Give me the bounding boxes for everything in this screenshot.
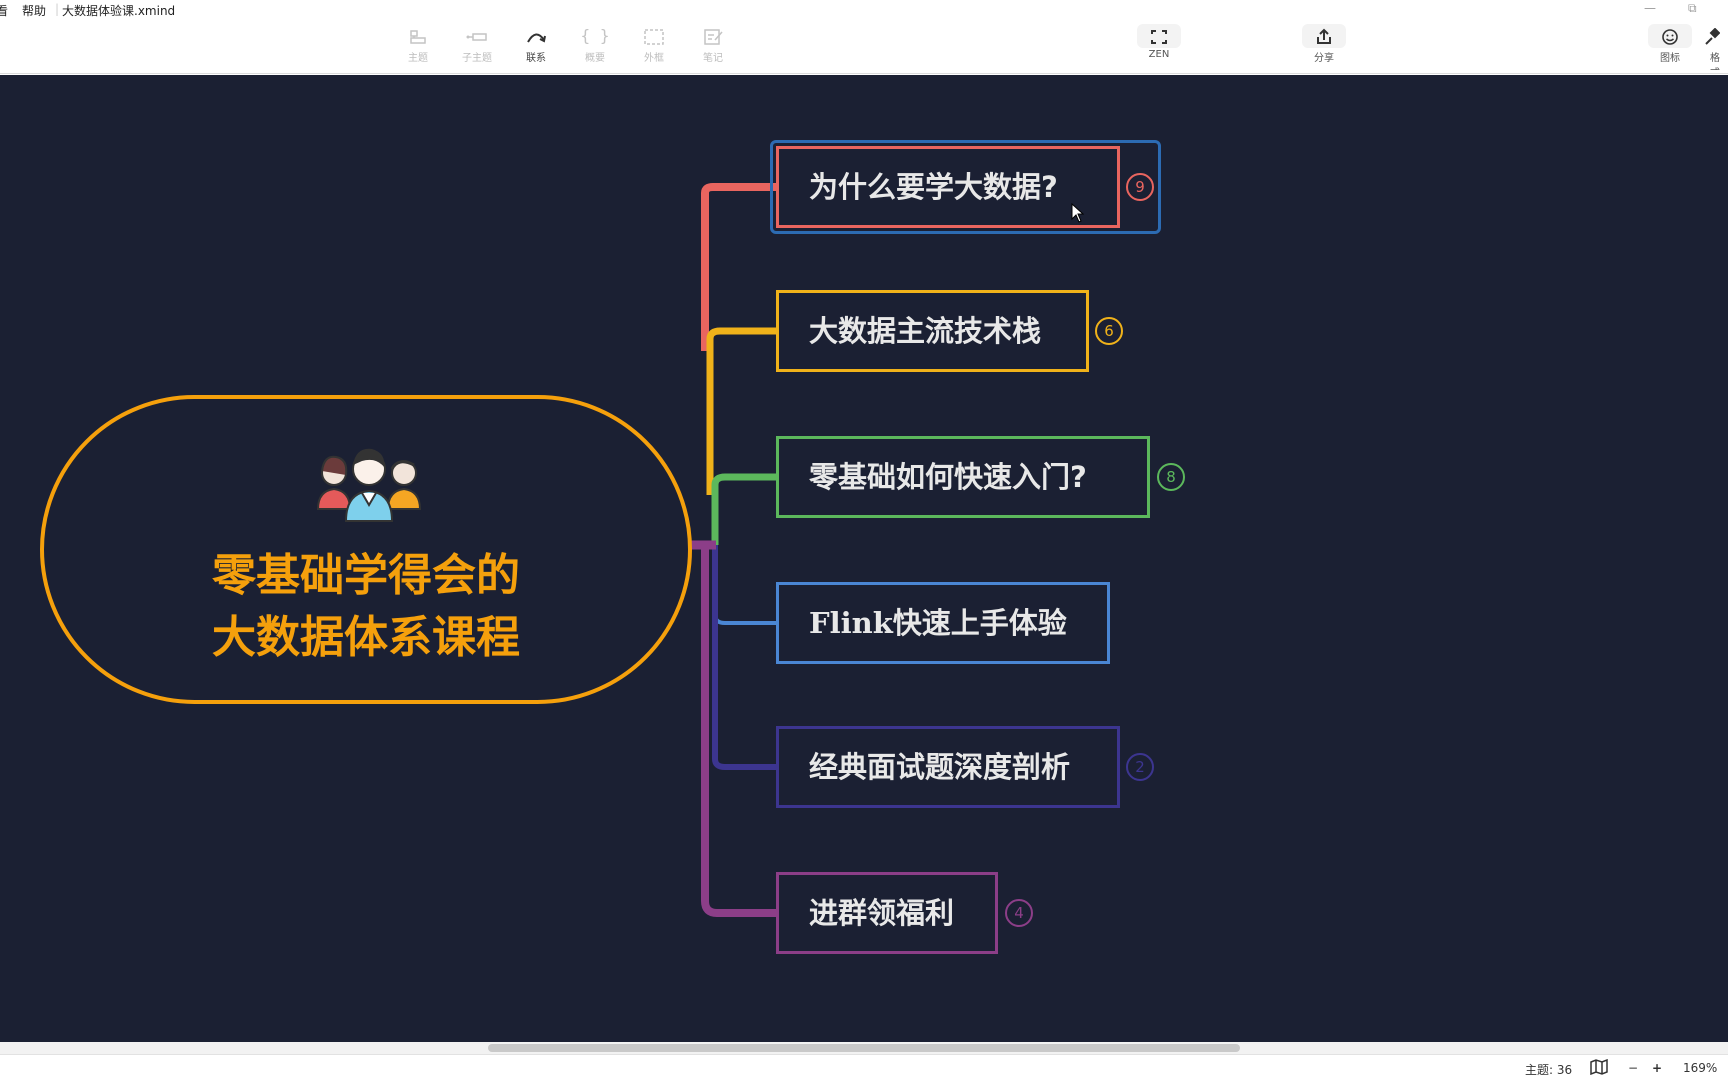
boundary-icon <box>628 24 680 48</box>
icon-panel-button[interactable]: 图标 <box>1644 24 1696 70</box>
central-topic[interactable]: 零基础学得会的 大数据体系课程 <box>40 395 692 704</box>
branch-line-5 <box>712 545 778 770</box>
branch-line-4 <box>713 545 778 625</box>
subtopic-label: 子主题 <box>462 53 492 64</box>
zen-label: ZEN <box>1148 49 1170 60</box>
topic-collapse-count[interactable]: 6 <box>1095 317 1123 345</box>
share-label: 分享 <box>1314 53 1334 64</box>
topic-why-big-data[interactable]: 为什么要学大数据? <box>776 146 1120 228</box>
format-panel-button[interactable]: 格式 <box>1696 24 1728 70</box>
zoom-in-button[interactable]: + <box>1652 1061 1662 1075</box>
menu-help[interactable]: 帮助 <box>22 2 46 19</box>
note-icon <box>687 24 739 48</box>
note-label: 笔记 <box>703 53 723 64</box>
topic-flink-experience[interactable]: Flink快速上手体验 <box>776 582 1110 664</box>
topic-quick-start[interactable]: 零基础如何快速入门? <box>776 436 1150 518</box>
subtopic-button[interactable]: 子主题 <box>451 24 503 70</box>
relationship-icon <box>510 24 562 48</box>
branch-line-1 <box>701 183 778 351</box>
format-panel-label: 格式 <box>1710 53 1720 70</box>
topic-label: 主题 <box>408 53 428 64</box>
boundary-button[interactable]: 外框 <box>628 24 680 70</box>
status-bar: 主题: 36 − + 169% <box>0 1054 1728 1080</box>
topic-collapse-count[interactable]: 9 <box>1126 173 1154 201</box>
icon-panel-label: 图标 <box>1660 53 1680 64</box>
topic-tech-stack[interactable]: 大数据主流技术栈 <box>776 290 1089 372</box>
central-topic-title: 零基础学得会的 大数据体系课程 <box>44 545 688 669</box>
people-group-icon <box>314 443 424 527</box>
topic-collapse-count[interactable]: 8 <box>1157 463 1185 491</box>
xmind-window: 看 帮助 | 大数据体验课.xmind — ⧉ 主题 子主题 联系 { } 概要… <box>0 0 1728 1080</box>
topic-collapse-count[interactable]: 4 <box>1005 899 1033 927</box>
menu-view[interactable]: 看 <box>0 2 8 19</box>
mouse-cursor-icon <box>1071 203 1085 223</box>
mindmap-canvas[interactable]: 零基础学得会的 大数据体系课程 为什么要学大数据? 9 大数据主流技术栈 6 零… <box>0 75 1728 1042</box>
branch-line-2 <box>706 327 778 495</box>
fullscreen-icon <box>1137 24 1181 48</box>
topic-count: 主题: 36 <box>1525 1063 1573 1077</box>
note-button[interactable]: 笔记 <box>687 24 739 70</box>
title-bar: 看 帮助 | 大数据体验课.xmind — ⧉ <box>0 0 1728 20</box>
summary-label: 概要 <box>585 53 605 64</box>
horizontal-scrollbar[interactable] <box>0 1042 1728 1054</box>
summary-icon: { } <box>580 26 610 45</box>
relationship-label: 联系 <box>526 53 546 64</box>
minimize-button[interactable]: — <box>1644 1 1656 15</box>
restore-button[interactable]: ⧉ <box>1688 1 1697 16</box>
zen-button[interactable]: ZEN <box>1133 24 1185 70</box>
topic-group-benefits[interactable]: 进群领福利 <box>776 872 998 954</box>
horizontal-scrollbar-thumb[interactable] <box>488 1044 1240 1052</box>
menu-separator: | <box>55 2 60 16</box>
central-topic-line-1: 零基础学得会的 <box>212 550 520 601</box>
map-outline-toggle-icon[interactable] <box>1590 1058 1608 1078</box>
topic-interview-questions[interactable]: 经典面试题深度剖析 <box>776 726 1120 808</box>
paintbrush-icon <box>1696 24 1728 48</box>
branch-line-3 <box>711 473 778 545</box>
central-topic-line-2: 大数据体系课程 <box>212 612 520 663</box>
share-button[interactable]: 分享 <box>1298 24 1350 70</box>
zoom-out-button[interactable]: − <box>1628 1061 1638 1075</box>
summary-button[interactable]: { } 概要 <box>569 24 621 70</box>
subtopic-icon <box>451 24 503 48</box>
zoom-level[interactable]: 169% <box>1683 1061 1717 1075</box>
smiley-icon <box>1648 24 1692 48</box>
toolbar: 主题 子主题 联系 { } 概要 外框 笔记 ZEN 分享 图标 格 <box>0 20 1728 74</box>
relationship-button[interactable]: 联系 <box>510 24 562 70</box>
topic-icon <box>392 24 444 48</box>
file-name: 大数据体验课.xmind <box>62 4 176 18</box>
boundary-label: 外框 <box>644 53 664 64</box>
topic-button[interactable]: 主题 <box>392 24 444 70</box>
topic-collapse-count[interactable]: 2 <box>1126 753 1154 781</box>
share-icon <box>1302 24 1346 48</box>
